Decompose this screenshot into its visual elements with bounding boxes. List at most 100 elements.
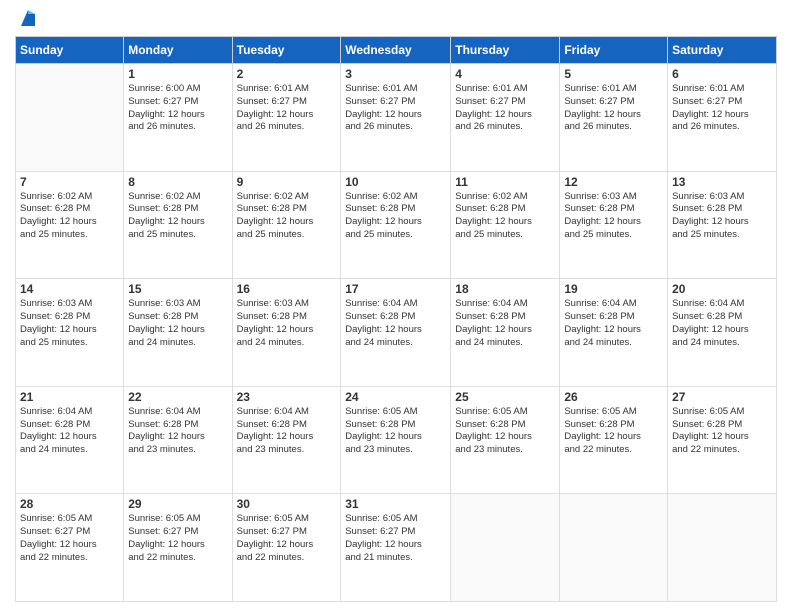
day-cell: 29 Sunrise: 6:05 AM Sunset: 6:27 PM Dayli… xyxy=(124,494,232,602)
calendar-table: SundayMondayTuesdayWednesdayThursdayFrid… xyxy=(15,36,777,602)
day-cell: 30 Sunrise: 6:05 AM Sunset: 6:27 PM Dayli… xyxy=(232,494,341,602)
day-number: 4 xyxy=(455,67,555,81)
day-number: 14 xyxy=(20,282,119,296)
day-cell: 21 Sunrise: 6:04 AM Sunset: 6:28 PM Dayli… xyxy=(16,386,124,494)
day-cell: 23Sunrise: 6:04 AM Sunset: 6:28 PM Dayli… xyxy=(232,386,341,494)
day-info: Sunrise: 6:03 AM Sunset: 6:28 PM Dayligh… xyxy=(237,298,337,349)
day-number: 17 xyxy=(345,282,446,296)
day-number: 27 xyxy=(672,390,772,404)
day-number: 5 xyxy=(564,67,663,81)
day-info: Sunrise: 6:04 AM Sunset: 6:28 PM Dayligh… xyxy=(20,406,119,457)
calendar-header-row: SundayMondayTuesdayWednesdayThursdayFrid… xyxy=(16,37,777,64)
day-cell xyxy=(668,494,777,602)
week-row-5: 28 Sunrise: 6:05 AM Sunset: 6:27 PM Dayli… xyxy=(16,494,777,602)
logo xyxy=(15,10,39,28)
day-cell: 19Sunrise: 6:04 AM Sunset: 6:28 PM Dayli… xyxy=(560,279,668,387)
day-number: 7 xyxy=(20,175,119,189)
day-info: Sunrise: 6:02 AM Sunset: 6:28 PM Dayligh… xyxy=(455,191,555,242)
page: SundayMondayTuesdayWednesdayThursdayFrid… xyxy=(0,0,792,612)
day-info: Sunrise: 6:03 AM Sunset: 6:28 PM Dayligh… xyxy=(20,298,119,349)
day-number: 6 xyxy=(672,67,772,81)
day-info: Sunrise: 6:03 AM Sunset: 6:28 PM Dayligh… xyxy=(128,298,227,349)
day-number: 25 xyxy=(455,390,555,404)
day-info: Sunrise: 6:02 AM Sunset: 6:28 PM Dayligh… xyxy=(237,191,337,242)
day-cell: 28 Sunrise: 6:05 AM Sunset: 6:27 PM Dayli… xyxy=(16,494,124,602)
day-cell: 24 Sunrise: 6:05 AM Sunset: 6:28 PM Dayli… xyxy=(341,386,451,494)
day-number: 9 xyxy=(237,175,337,189)
day-cell: 4 Sunrise: 6:01 AM Sunset: 6:27 PM Daylig… xyxy=(451,64,560,172)
day-cell: 1 Sunrise: 6:00 AM Sunset: 6:27 PM Daylig… xyxy=(124,64,232,172)
day-info: Sunrise: 6:01 AM Sunset: 6:27 PM Dayligh… xyxy=(345,83,446,134)
day-cell xyxy=(560,494,668,602)
day-number: 13 xyxy=(672,175,772,189)
day-cell: 25 Sunrise: 6:05 AM Sunset: 6:28 PM Dayli… xyxy=(451,386,560,494)
day-number: 31 xyxy=(345,497,446,511)
day-info: Sunrise: 6:01 AM Sunset: 6:27 PM Dayligh… xyxy=(564,83,663,134)
day-info: Sunrise: 6:04 AM Sunset: 6:28 PM Dayligh… xyxy=(455,298,555,349)
day-number: 21 xyxy=(20,390,119,404)
header-friday: Friday xyxy=(560,37,668,64)
day-number: 16 xyxy=(237,282,337,296)
day-info: Sunrise: 6:00 AM Sunset: 6:27 PM Dayligh… xyxy=(128,83,227,134)
header-tuesday: Tuesday xyxy=(232,37,341,64)
day-info: Sunrise: 6:01 AM Sunset: 6:27 PM Dayligh… xyxy=(672,83,772,134)
header-thursday: Thursday xyxy=(451,37,560,64)
day-number: 28 xyxy=(20,497,119,511)
day-info: Sunrise: 6:02 AM Sunset: 6:28 PM Dayligh… xyxy=(345,191,446,242)
day-cell: 6 Sunrise: 6:01 AM Sunset: 6:27 PM Daylig… xyxy=(668,64,777,172)
day-cell: 11Sunrise: 6:02 AM Sunset: 6:28 PM Dayli… xyxy=(451,171,560,279)
day-number: 22 xyxy=(128,390,227,404)
week-row-1: 1 Sunrise: 6:00 AM Sunset: 6:27 PM Daylig… xyxy=(16,64,777,172)
day-info: Sunrise: 6:02 AM Sunset: 6:28 PM Dayligh… xyxy=(128,191,227,242)
day-number: 18 xyxy=(455,282,555,296)
day-cell xyxy=(451,494,560,602)
day-cell: 2 Sunrise: 6:01 AM Sunset: 6:27 PM Daylig… xyxy=(232,64,341,172)
day-number: 2 xyxy=(237,67,337,81)
day-cell: 15 Sunrise: 6:03 AM Sunset: 6:28 PM Dayli… xyxy=(124,279,232,387)
day-cell: 12 Sunrise: 6:03 AM Sunset: 6:28 PM Dayli… xyxy=(560,171,668,279)
day-info: Sunrise: 6:05 AM Sunset: 6:28 PM Dayligh… xyxy=(564,406,663,457)
day-cell: 22 Sunrise: 6:04 AM Sunset: 6:28 PM Dayli… xyxy=(124,386,232,494)
day-number: 1 xyxy=(128,67,227,81)
day-number: 29 xyxy=(128,497,227,511)
day-info: Sunrise: 6:03 AM Sunset: 6:28 PM Dayligh… xyxy=(672,191,772,242)
day-info: Sunrise: 6:04 AM Sunset: 6:28 PM Dayligh… xyxy=(128,406,227,457)
header-sunday: Sunday xyxy=(16,37,124,64)
week-row-4: 21 Sunrise: 6:04 AM Sunset: 6:28 PM Dayli… xyxy=(16,386,777,494)
day-info: Sunrise: 6:01 AM Sunset: 6:27 PM Dayligh… xyxy=(237,83,337,134)
day-info: Sunrise: 6:05 AM Sunset: 6:27 PM Dayligh… xyxy=(128,513,227,564)
day-cell: 18 Sunrise: 6:04 AM Sunset: 6:28 PM Dayli… xyxy=(451,279,560,387)
day-info: Sunrise: 6:01 AM Sunset: 6:27 PM Dayligh… xyxy=(455,83,555,134)
day-number: 15 xyxy=(128,282,227,296)
day-cell: 31Sunrise: 6:05 AM Sunset: 6:27 PM Dayli… xyxy=(341,494,451,602)
day-cell: 17 Sunrise: 6:04 AM Sunset: 6:28 PM Dayli… xyxy=(341,279,451,387)
day-number: 24 xyxy=(345,390,446,404)
day-info: Sunrise: 6:05 AM Sunset: 6:28 PM Dayligh… xyxy=(345,406,446,457)
day-info: Sunrise: 6:05 AM Sunset: 6:28 PM Dayligh… xyxy=(455,406,555,457)
day-cell: 8 Sunrise: 6:02 AM Sunset: 6:28 PM Daylig… xyxy=(124,171,232,279)
day-cell: 13 Sunrise: 6:03 AM Sunset: 6:28 PM Dayli… xyxy=(668,171,777,279)
day-info: Sunrise: 6:04 AM Sunset: 6:28 PM Dayligh… xyxy=(237,406,337,457)
week-row-3: 14 Sunrise: 6:03 AM Sunset: 6:28 PM Dayli… xyxy=(16,279,777,387)
day-info: Sunrise: 6:05 AM Sunset: 6:28 PM Dayligh… xyxy=(672,406,772,457)
day-info: Sunrise: 6:04 AM Sunset: 6:28 PM Dayligh… xyxy=(345,298,446,349)
day-cell: 27 Sunrise: 6:05 AM Sunset: 6:28 PM Dayli… xyxy=(668,386,777,494)
day-cell: 3Sunrise: 6:01 AM Sunset: 6:27 PM Daylig… xyxy=(341,64,451,172)
day-cell xyxy=(16,64,124,172)
day-info: Sunrise: 6:02 AM Sunset: 6:28 PM Dayligh… xyxy=(20,191,119,242)
day-cell: 9 Sunrise: 6:02 AM Sunset: 6:28 PM Daylig… xyxy=(232,171,341,279)
day-cell: 26Sunrise: 6:05 AM Sunset: 6:28 PM Dayli… xyxy=(560,386,668,494)
header-wednesday: Wednesday xyxy=(341,37,451,64)
day-number: 30 xyxy=(237,497,337,511)
day-number: 8 xyxy=(128,175,227,189)
day-info: Sunrise: 6:05 AM Sunset: 6:27 PM Dayligh… xyxy=(20,513,119,564)
day-number: 10 xyxy=(345,175,446,189)
header xyxy=(15,10,777,28)
day-info: Sunrise: 6:04 AM Sunset: 6:28 PM Dayligh… xyxy=(672,298,772,349)
day-info: Sunrise: 6:05 AM Sunset: 6:27 PM Dayligh… xyxy=(237,513,337,564)
day-info: Sunrise: 6:03 AM Sunset: 6:28 PM Dayligh… xyxy=(564,191,663,242)
header-monday: Monday xyxy=(124,37,232,64)
day-number: 12 xyxy=(564,175,663,189)
day-cell: 5 Sunrise: 6:01 AM Sunset: 6:27 PM Daylig… xyxy=(560,64,668,172)
day-number: 19 xyxy=(564,282,663,296)
